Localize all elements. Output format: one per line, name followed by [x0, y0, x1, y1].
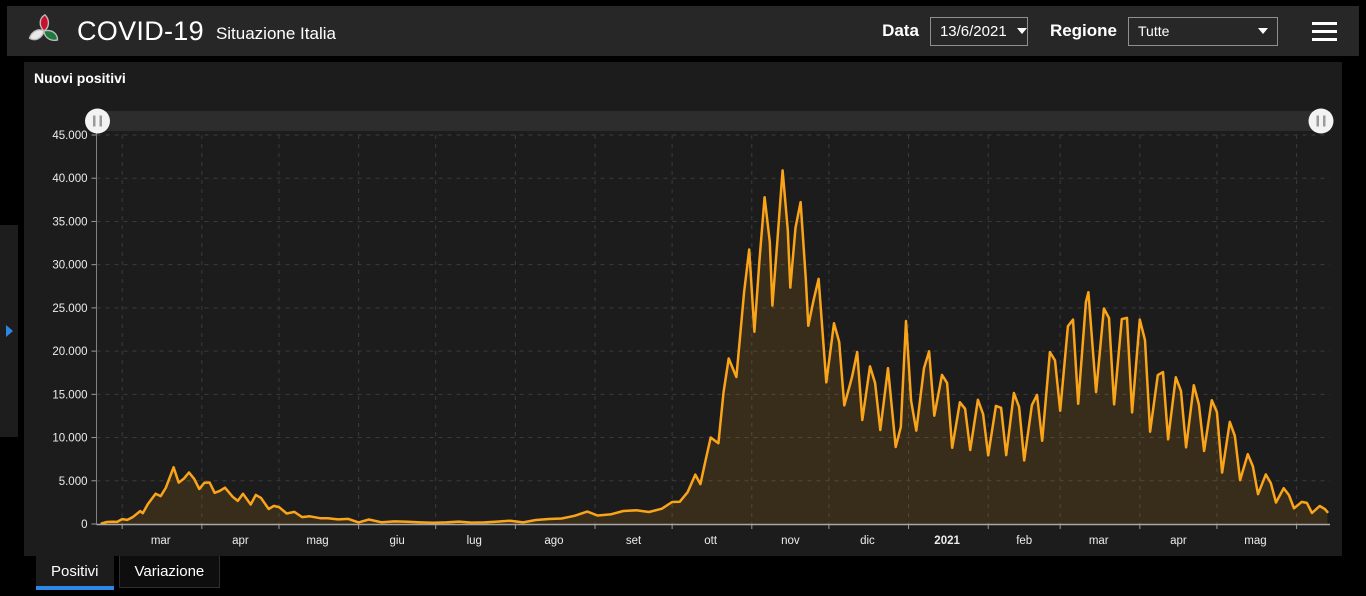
protezione-civile-logo — [27, 11, 63, 51]
chevron-down-icon — [1017, 28, 1027, 34]
region-select-value: Tutte — [1138, 23, 1169, 39]
date-select-value: 13/6/2021 — [940, 23, 1007, 40]
x-axis-label: set — [626, 535, 642, 547]
x-axis-label: apr — [232, 535, 249, 547]
region-label: Regione — [1050, 21, 1117, 41]
x-axis-label: mag — [1244, 535, 1266, 547]
series-area — [102, 170, 1328, 524]
tab-positivi[interactable]: Positivi — [36, 556, 114, 590]
slider-left-handle[interactable] — [85, 109, 110, 134]
tab-variazione[interactable]: Variazione — [119, 556, 221, 588]
left-panel-expander[interactable] — [0, 225, 18, 437]
date-label: Data — [882, 21, 919, 41]
x-axis-label: ago — [544, 535, 563, 547]
nuovi-positivi-chart: 0 5.000 10.000 15.000 20.000 25.000 30.000 35.0… — [24, 62, 1342, 556]
chart-title: Nuovi positivi — [34, 70, 126, 86]
app-header: COVID-19 Situazione Italia Data 13/6/202… — [7, 6, 1359, 56]
x-axis-label: apr — [1170, 535, 1187, 547]
y-axis-label: 30.000 — [52, 260, 87, 272]
x-axis-label: mar — [151, 535, 171, 547]
app-title: COVID-19 — [77, 16, 204, 47]
x-axis-label: 2021 — [934, 535, 960, 547]
chevron-down-icon — [1258, 28, 1268, 34]
x-axis-label: lug — [467, 535, 482, 547]
y-axis-label: 35.000 — [52, 216, 87, 228]
y-axis-label: 25.000 — [52, 303, 87, 315]
time-range-slider-track[interactable] — [96, 111, 1331, 131]
chevron-right-icon — [6, 325, 13, 337]
tab-bar: Positivi Variazione — [36, 556, 220, 590]
page: COVID-19 Situazione Italia Data 13/6/202… — [0, 0, 1366, 596]
x-axis-label: nov — [781, 535, 800, 547]
menu-icon[interactable] — [1310, 20, 1339, 43]
y-axis-label: 45.000 — [52, 130, 87, 142]
x-axis-label: mag — [306, 535, 328, 547]
y-axis-label: 40.000 — [52, 173, 87, 185]
y-axis-label: 10.000 — [52, 433, 87, 445]
slider-right-handle[interactable] — [1309, 109, 1334, 134]
y-axis-label: 20.000 — [52, 346, 87, 358]
region-select[interactable]: Tutte — [1128, 17, 1278, 46]
app-subtitle: Situazione Italia — [216, 24, 336, 44]
date-select[interactable]: 13/6/2021 — [930, 17, 1028, 46]
x-axis-label: giu — [389, 535, 404, 547]
chart-panel: 0 5.000 10.000 15.000 20.000 25.000 30.000 35.0… — [24, 62, 1342, 556]
y-axis-label: 0 — [81, 519, 87, 531]
x-axis-label: feb — [1016, 535, 1032, 547]
y-axis-label: 15.000 — [52, 389, 87, 401]
y-axis-label: 5.000 — [59, 476, 88, 488]
x-axis-label: mar — [1089, 535, 1109, 547]
x-axis-label: dic — [860, 535, 875, 547]
x-axis-label: ott — [704, 535, 718, 547]
